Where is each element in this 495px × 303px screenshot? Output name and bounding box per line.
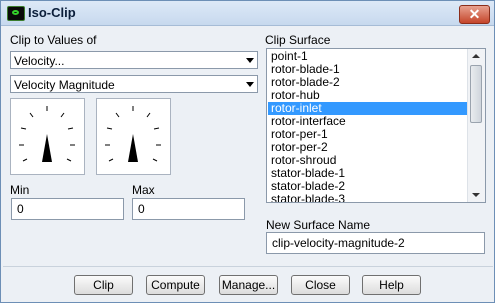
clip-category-value: Velocity... [14,54,65,68]
close-window-button[interactable]: ✕ [459,5,490,24]
iso-clip-window: Iso-Clip ✕ Clip to Values of Velocity...… [0,0,495,303]
clip-field-dropdown[interactable]: Velocity Magnitude [10,75,258,93]
chevron-down-icon [246,58,254,63]
clip-button[interactable]: Clip [74,275,133,295]
close-icon: ✕ [468,6,481,22]
scroll-up-icon[interactable] [472,54,480,58]
help-button[interactable]: Help [362,275,421,295]
clip-surface-label: Clip Surface [265,33,331,47]
clip-to-values-label: Clip to Values of [10,33,97,47]
clip-field-value: Velocity Magnitude [14,78,115,92]
scroll-down-icon[interactable] [472,193,480,197]
max-label: Max [132,183,155,197]
min-input[interactable]: 0 [11,198,124,220]
window-title: Iso-Clip [28,5,76,20]
dial-icon [105,106,161,162]
new-surface-name-label: New Surface Name [266,218,371,232]
list-scrollbar[interactable] [467,49,485,202]
new-surface-name-input[interactable]: clip-velocity-magnitude-2 [266,232,485,254]
list-item[interactable]: stator-blade-3 [268,193,468,203]
app-icon [7,6,25,21]
min-dial[interactable] [10,98,85,175]
clip-surface-list[interactable]: point-1 rotor-blade-1 rotor-blade-2 roto… [266,48,486,203]
max-dial[interactable] [96,98,171,175]
compute-button[interactable]: Compute [146,275,205,295]
clip-category-dropdown[interactable]: Velocity... [10,51,258,69]
dial-icon [19,106,75,162]
manage-button[interactable]: Manage... [219,275,278,295]
max-input[interactable]: 0 [132,198,245,220]
title-bar[interactable]: Iso-Clip ✕ [1,1,494,26]
close-button[interactable]: Close [291,275,350,295]
scroll-thumb[interactable] [470,65,482,123]
chevron-down-icon [246,82,254,87]
min-label: Min [10,183,30,197]
button-separator [3,266,493,267]
